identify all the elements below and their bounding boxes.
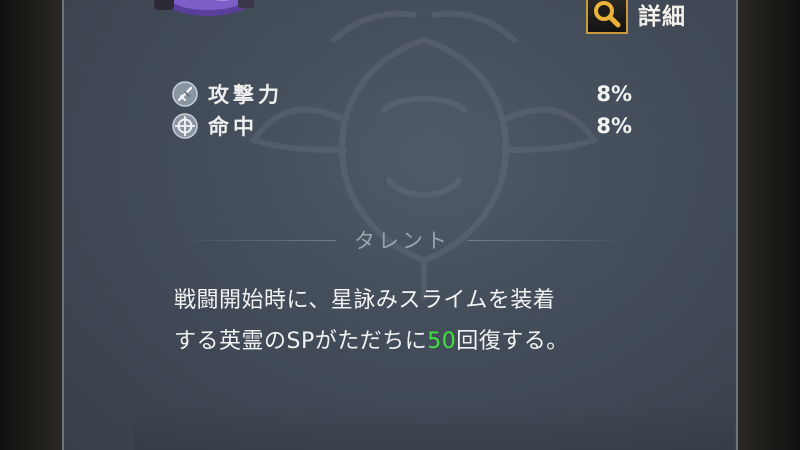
attack-icon xyxy=(172,81,198,107)
section-divider-left xyxy=(172,239,336,241)
talent-description-line1: 戦闘開始時に、星詠みスライムを装着 xyxy=(174,288,556,313)
stat-label: 命中 xyxy=(208,115,258,139)
detail-button[interactable]: 詳細 xyxy=(586,0,686,34)
stat-row-attack: 攻撃力 8% xyxy=(172,78,632,110)
stat-row-accuracy: 命中 8% xyxy=(172,110,632,142)
item-detail-panel: 詳細 攻撃力 8% 命中 8% タレント 戦闘開始時に、星詠みスライムを装着 す… xyxy=(62,0,738,450)
talent-section-header: タレント xyxy=(172,222,632,258)
game-screen: 詳細 攻撃力 8% 命中 8% タレント 戦闘開始時に、星詠みスライムを装着 す… xyxy=(0,0,800,450)
talent-description: 戦闘開始時に、星詠みスライムを装着 する英霊のSPがただちに50回復する。 xyxy=(174,280,694,362)
magnifier-icon xyxy=(594,1,621,28)
talent-description-line2: する英霊のSPがただちに50回復する。 xyxy=(174,321,694,362)
section-divider-right xyxy=(468,239,632,241)
talent-section-title: タレント xyxy=(354,229,450,253)
right-border xyxy=(738,0,800,450)
talent-text-after: 回復する。 xyxy=(456,329,569,354)
detail-icon-frame xyxy=(586,0,628,34)
stat-list: 攻撃力 8% 命中 8% xyxy=(172,78,632,142)
accuracy-icon xyxy=(172,113,198,139)
stat-label: 攻撃力 xyxy=(208,83,283,107)
stat-value: 8% xyxy=(596,114,632,138)
left-border xyxy=(0,0,62,450)
stat-value: 8% xyxy=(596,82,632,106)
detail-label: 詳細 xyxy=(638,4,686,30)
talent-text-before: する英霊のSPがただちに xyxy=(174,329,428,354)
bottom-shade xyxy=(134,404,734,450)
sp-recovery-value: 50 xyxy=(427,329,457,354)
slime-item-thumbnail xyxy=(154,0,254,16)
